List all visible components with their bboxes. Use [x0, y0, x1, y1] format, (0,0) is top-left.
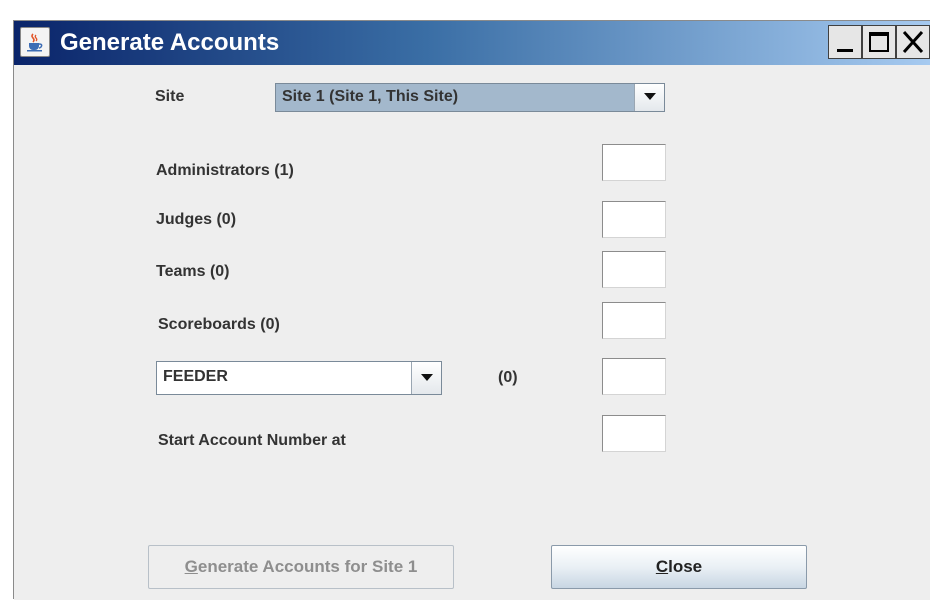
account-type-dropdown-arrow[interactable] — [411, 362, 441, 394]
maximize-icon — [869, 32, 889, 52]
start-account-number-input[interactable] — [602, 415, 666, 452]
teams-count-input[interactable] — [602, 251, 666, 288]
close-window-button[interactable] — [896, 25, 930, 59]
account-type-count-input[interactable] — [602, 358, 666, 395]
judges-label: Judges (0) — [156, 211, 237, 228]
account-type-count-label: (0) — [498, 369, 518, 386]
generate-button-label: enerate Accounts for Site 1 — [197, 557, 418, 576]
account-type-dropdown[interactable]: FEEDER — [156, 361, 442, 395]
scoreboards-count-input[interactable] — [602, 302, 666, 339]
account-type-dropdown-value: FEEDER — [163, 368, 228, 385]
window-title: Generate Accounts — [60, 29, 280, 56]
close-button-label: lose — [668, 557, 703, 576]
site-label: Site — [155, 88, 185, 105]
site-dropdown-value: Site 1 (Site 1, This Site) — [282, 88, 459, 105]
close-icon — [902, 30, 924, 54]
java-coffee-cup-icon[interactable] — [20, 27, 50, 57]
minimize-button[interactable] — [828, 25, 862, 59]
title-bar[interactable]: Generate Accounts — [14, 21, 930, 65]
dialog-content: Site Site 1 (Site 1, This Site) Administ… — [14, 65, 930, 600]
maximize-button[interactable] — [862, 25, 896, 59]
start-account-number-label: Start Account Number at — [158, 432, 346, 449]
chevron-down-icon — [421, 374, 433, 381]
chevron-down-icon — [644, 93, 656, 100]
site-dropdown[interactable]: Site 1 (Site 1, This Site) — [275, 83, 665, 112]
generate-accounts-button[interactable]: Generate Accounts for Site 1 — [148, 545, 454, 589]
administrators-count-input[interactable] — [602, 144, 666, 181]
teams-label: Teams (0) — [156, 263, 230, 280]
generate-accounts-window: Generate Accounts Site Site 1 (Site 1, T… — [13, 20, 930, 600]
close-button[interactable]: Close — [551, 545, 807, 589]
scoreboards-label: Scoreboards (0) — [158, 316, 280, 333]
judges-count-input[interactable] — [602, 201, 666, 238]
minimize-icon — [837, 49, 853, 52]
administrators-label: Administrators (1) — [156, 162, 294, 179]
close-mnemonic: C — [655, 557, 669, 576]
generate-mnemonic: G — [184, 557, 198, 576]
site-dropdown-arrow[interactable] — [634, 84, 664, 111]
